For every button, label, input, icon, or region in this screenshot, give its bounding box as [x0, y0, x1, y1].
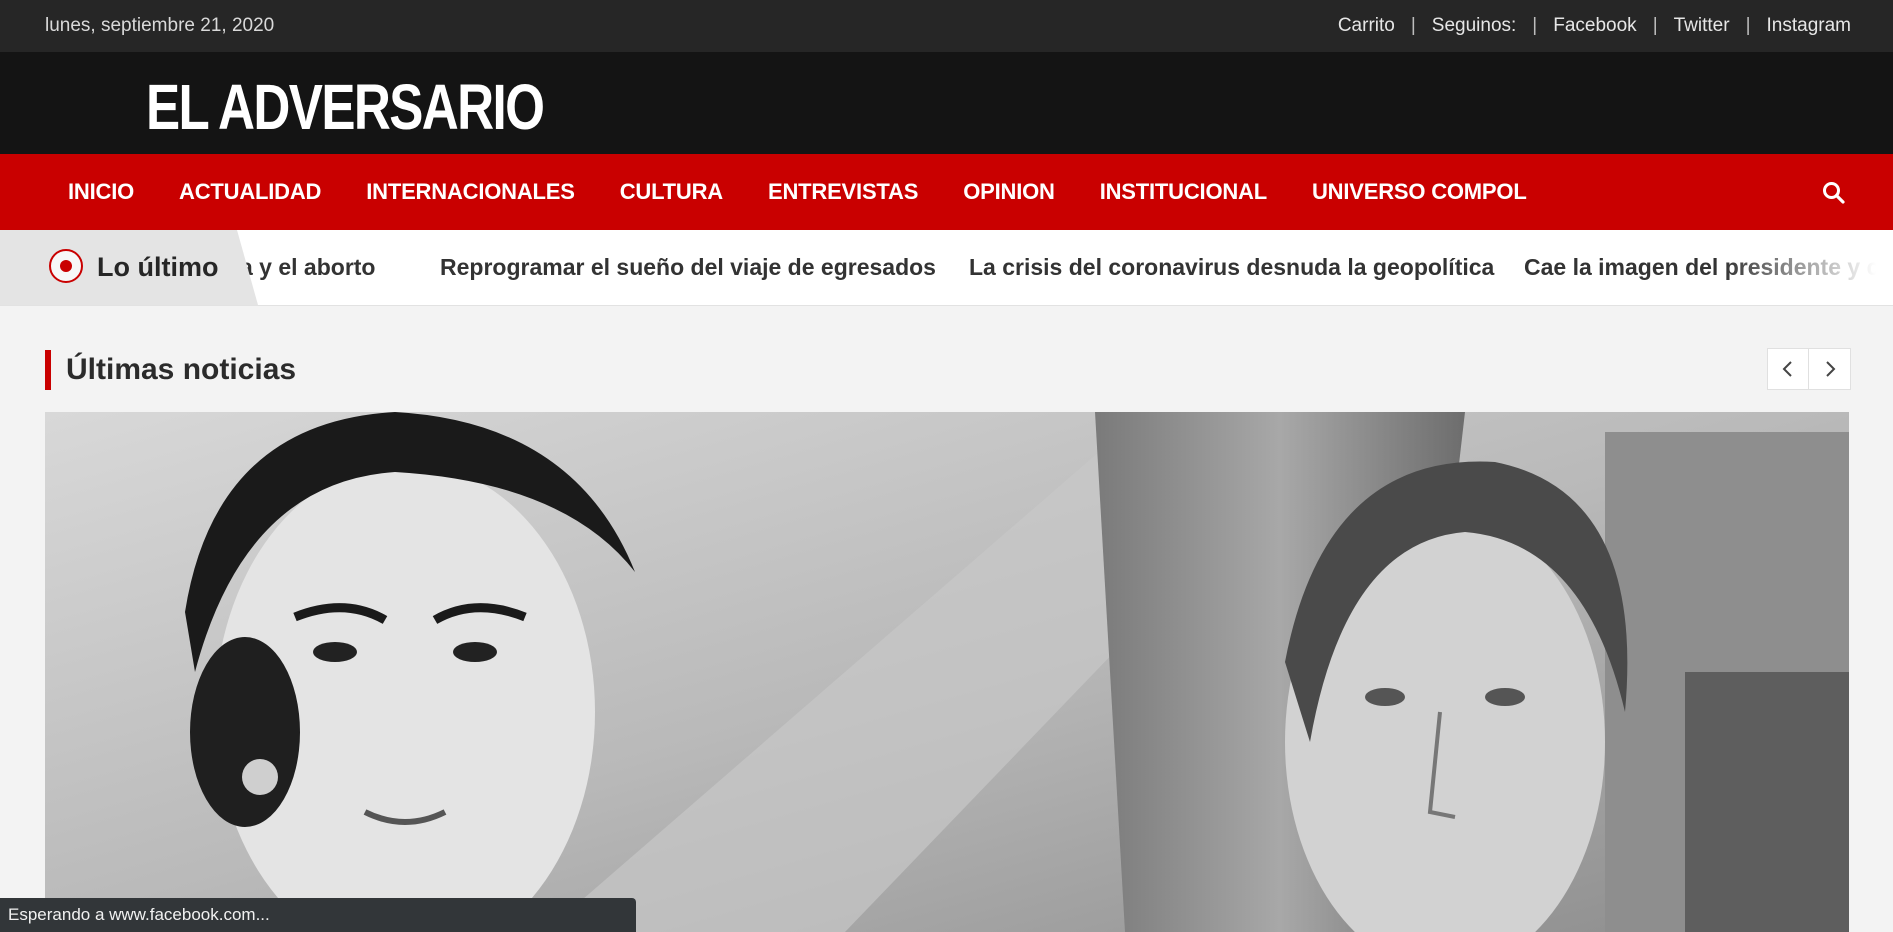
- site-logo[interactable]: EL ADVERSARIO: [146, 70, 545, 144]
- ticker-label-box: Lo último: [0, 230, 258, 305]
- nav-item-actualidad[interactable]: ACTUALIDAD: [179, 179, 321, 205]
- ticker-fade: [1723, 230, 1893, 305]
- top-bar: lunes, septiembre 21, 2020 Carrito | Seg…: [0, 0, 1893, 52]
- main-nav: INICIO ACTUALIDAD INTERNACIONALES CULTUR…: [0, 154, 1893, 230]
- separator: |: [1410, 15, 1416, 36]
- facebook-link[interactable]: Facebook: [1553, 15, 1636, 37]
- slider-controls: [1767, 348, 1851, 390]
- current-date: lunes, septiembre 21, 2020: [45, 15, 275, 36]
- follow-us-label: Seguinos:: [1431, 15, 1517, 36]
- nav-item-institucional[interactable]: INSTITUCIONAL: [1100, 179, 1267, 205]
- nav-item-entrevistas[interactable]: ENTREVISTAS: [768, 179, 918, 205]
- ticker-item[interactable]: Reprogramar el sueño del viaje de egresa…: [440, 254, 936, 281]
- ticker-label: Lo último: [97, 252, 219, 282]
- nav-item-internacionales[interactable]: INTERNACIONALES: [366, 179, 575, 205]
- chevron-left-icon[interactable]: [1767, 348, 1809, 390]
- search-icon[interactable]: [1821, 180, 1847, 206]
- separator: |: [1745, 15, 1751, 36]
- nav-item-inicio[interactable]: INICIO: [68, 179, 134, 205]
- section-title: Últimas noticias: [45, 350, 296, 390]
- featured-image[interactable]: [45, 412, 1849, 932]
- cart-link[interactable]: Carrito: [1338, 15, 1395, 37]
- separator: |: [1652, 15, 1658, 36]
- nav-item-cultura[interactable]: CULTURA: [620, 179, 723, 205]
- chevron-right-icon[interactable]: [1809, 348, 1851, 390]
- news-ticker: Lo último a y el aborto Reprogramar el s…: [0, 230, 1893, 306]
- ticker-item[interactable]: a y el aborto: [240, 254, 375, 281]
- masthead: EL ADVERSARIO: [0, 52, 1893, 154]
- instagram-link[interactable]: Instagram: [1767, 15, 1851, 37]
- twitter-link[interactable]: Twitter: [1674, 15, 1730, 37]
- separator: |: [1532, 15, 1538, 36]
- nav-item-opinion[interactable]: OPINION: [963, 179, 1055, 205]
- top-links: Carrito | Seguinos: | Facebook | Twitter…: [1338, 15, 1851, 37]
- nav-item-universo-compol[interactable]: UNIVERSO COMPOL: [1312, 179, 1527, 205]
- browser-status-bar: Esperando a www.facebook.com...: [0, 898, 636, 932]
- live-dot-icon: [49, 249, 83, 283]
- ticker-item[interactable]: La crisis del coronavirus desnuda la geo…: [969, 254, 1494, 281]
